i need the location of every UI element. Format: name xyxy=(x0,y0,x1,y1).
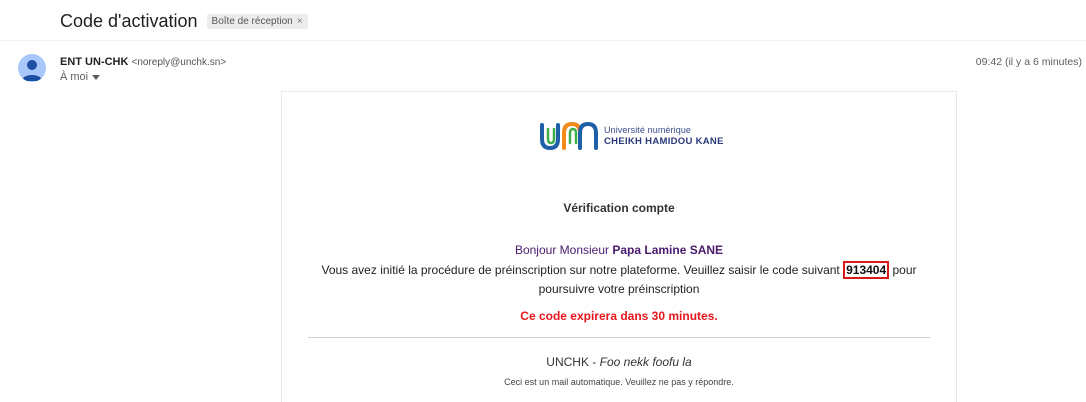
recipient-dropdown[interactable]: À moi xyxy=(60,71,101,83)
remove-label-icon[interactable]: × xyxy=(297,16,303,27)
activation-code: 913404 xyxy=(843,261,890,279)
unchk-logo-text: Université numérique CHEIKH HAMIDOU KANE xyxy=(604,124,724,147)
footer-brand-line: UNCHK - Foo nekk foofu la xyxy=(282,355,956,369)
inbox-label-text: Boîte de réception xyxy=(211,15,293,27)
recipient-name: Papa Lamine SANE xyxy=(612,243,724,257)
card-divider xyxy=(308,337,930,338)
instruction-text: Vous avez initié la procédure de préinsc… xyxy=(302,261,936,299)
recipient-label: À moi xyxy=(60,71,89,83)
header-divider xyxy=(0,40,1086,41)
unchk-logo-mark xyxy=(540,121,598,151)
caret-down-icon xyxy=(92,74,101,80)
sender-line: ENT UN-CHK <noreply@unchk.sn> xyxy=(60,56,226,68)
inbox-label-chip[interactable]: Boîte de réception × xyxy=(206,13,308,29)
expiry-warning: Ce code expirera dans 30 minutes. xyxy=(520,309,718,323)
logo-line-1: Université numérique xyxy=(604,124,692,135)
logo-line-2: CHEIKH HAMIDOU KANE xyxy=(604,135,724,147)
sender-avatar[interactable] xyxy=(18,54,46,82)
instruction-before-code: Vous avez initié la procédure de préinsc… xyxy=(321,263,844,277)
sender-name[interactable]: ENT UN-CHK xyxy=(60,56,128,68)
person-icon xyxy=(22,60,42,81)
sender-email: <noreply@unchk.sn> xyxy=(131,57,227,68)
greeting: Bonjour Monsieur Papa Lamine SANE xyxy=(282,243,956,257)
email-body-card: Université numérique CHEIKH HAMIDOU KANE… xyxy=(281,91,957,402)
footer-motto: Foo nekk foofu la xyxy=(599,355,692,369)
footer-brand: UNCHK - xyxy=(546,355,600,369)
email-subject: Code d'activation xyxy=(60,10,198,31)
greeting-prefix: Bonjour Monsieur xyxy=(514,243,613,257)
verification-title: Vérification compte xyxy=(563,201,675,215)
unchk-logo: Université numérique CHEIKH HAMIDOU KANE xyxy=(538,121,724,151)
automatic-mail-note: Ceci est un mail automatique. Veuillez n… xyxy=(504,377,734,387)
email-timestamp: 09:42 (il y a 6 minutes) xyxy=(975,56,1082,68)
subject-row: Code d'activation Boîte de réception × xyxy=(60,9,308,33)
